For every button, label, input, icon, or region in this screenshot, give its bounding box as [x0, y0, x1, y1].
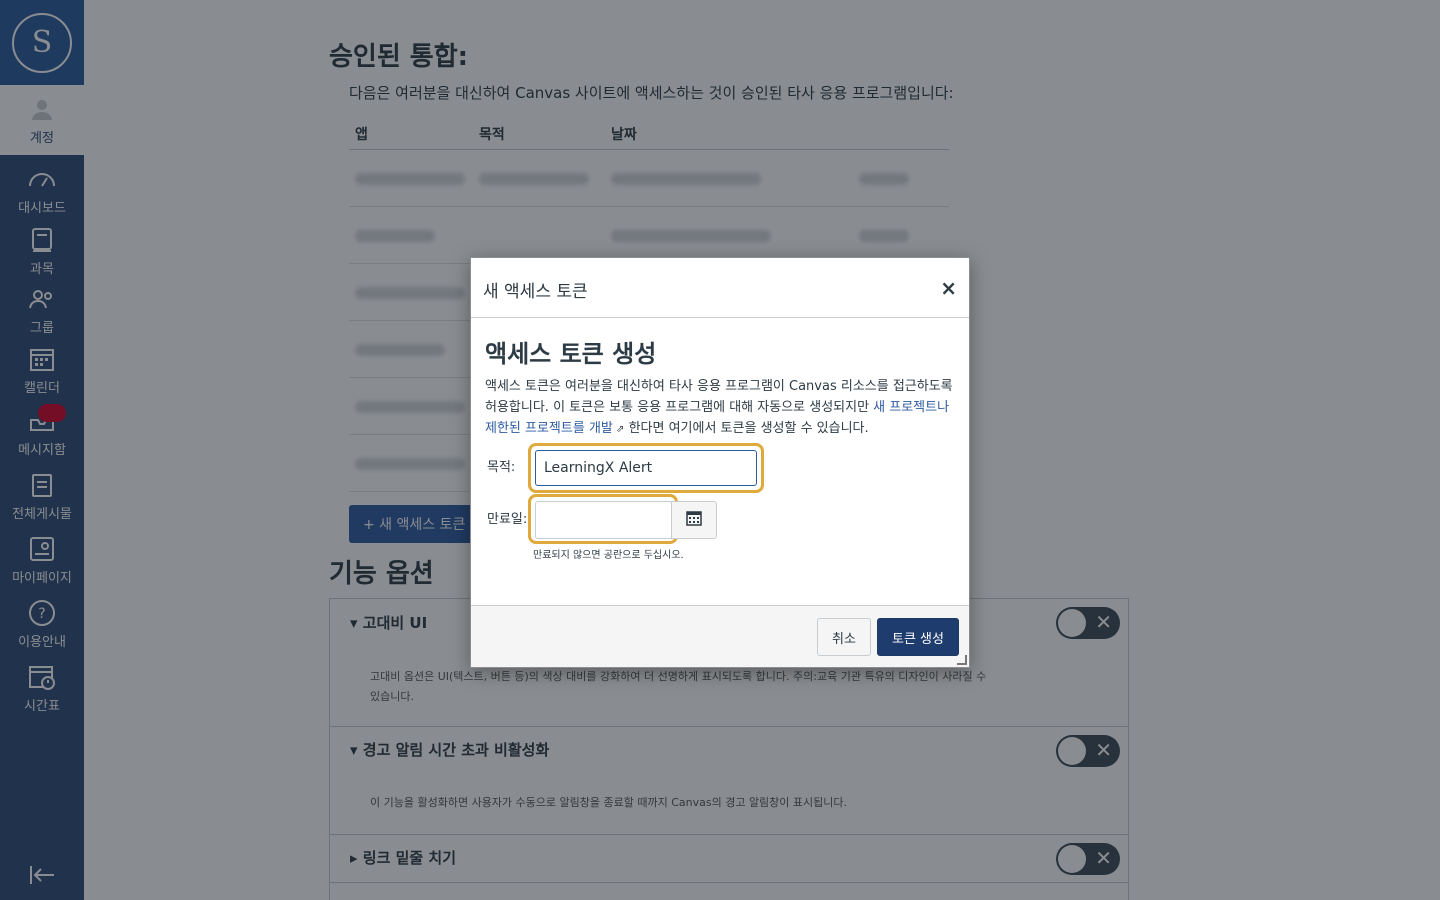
new-access-token-dialog: 새 액세스 토큰 × 액세스 토큰 생성 액세스 토큰은 여러분을 대신하여 타…: [470, 257, 970, 668]
calendar-icon: [686, 510, 702, 530]
cancel-button[interactable]: 취소: [817, 618, 871, 656]
expiration-date-input[interactable]: [535, 501, 673, 539]
date-picker-button[interactable]: [671, 501, 717, 539]
expiration-hint: 만료되지 않으면 공란으로 두십시오.: [533, 550, 684, 561]
purpose-input[interactable]: [535, 450, 757, 486]
expiration-highlight: [528, 494, 678, 544]
expiration-label: 만료일:: [487, 512, 528, 527]
purpose-highlight: [528, 443, 764, 493]
dialog-header: 새 액세스 토큰 ×: [471, 258, 969, 318]
dialog-title: 새 액세스 토큰: [483, 282, 588, 302]
generate-token-button[interactable]: 토큰 생성: [877, 618, 959, 656]
purpose-label: 목적:: [487, 460, 516, 475]
close-icon[interactable]: ×: [940, 276, 957, 300]
dialog-description: 액세스 토큰은 여러분을 대신하여 타사 응용 프로그램이 Canvas 리소스…: [485, 379, 953, 436]
dialog-footer: 취소 토큰 생성: [471, 605, 969, 667]
resize-handle[interactable]: [957, 655, 967, 665]
external-link-icon: ⇗: [612, 424, 625, 435]
dialog-heading: 액세스 토큰 생성: [485, 340, 657, 368]
dialog-body: 액세스 토큰 생성 액세스 토큰은 여러분을 대신하여 타사 응용 프로그램이 …: [471, 318, 969, 605]
